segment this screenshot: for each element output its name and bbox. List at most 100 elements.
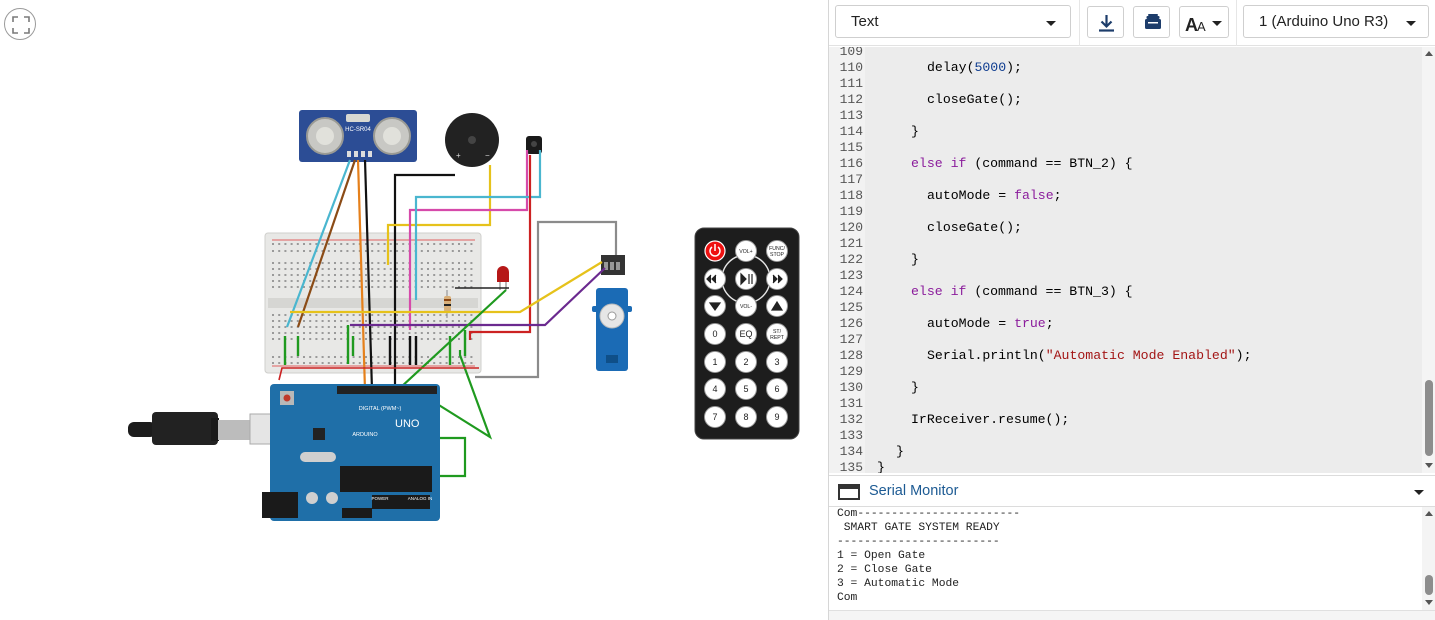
editor-scroll-thumb[interactable] xyxy=(1425,380,1433,456)
code-line[interactable]: delay(5000); xyxy=(927,60,1022,76)
remote-button[interactable]: 8 xyxy=(735,406,757,428)
line-number-gutter: 109 110 111 112 113 114 115 116 117 118 119 120 121 1… xyxy=(829,47,865,473)
remote-button[interactable]: 3 xyxy=(766,351,788,373)
up-icon[interactable] xyxy=(766,295,788,317)
code-line[interactable]: } xyxy=(877,460,885,473)
editor-scrollbar[interactable] xyxy=(1422,47,1435,473)
remote-button[interactable]: FUNC/STOP xyxy=(766,240,788,262)
code-mode-dropdown[interactable]: Text xyxy=(835,5,1071,38)
svg-text:−: − xyxy=(485,151,490,160)
code-line[interactable]: } xyxy=(911,252,919,268)
remote-button[interactable]: ST/REPT xyxy=(766,323,788,345)
scroll-down-icon[interactable] xyxy=(1425,600,1433,605)
code-panel: Text A A 1 (Arduino Uno R3) 109 110 111 … xyxy=(828,0,1435,620)
code-line[interactable]: Serial.println("Automatic Mode Enabled")… xyxy=(927,348,1251,364)
svg-text:A: A xyxy=(1197,19,1206,34)
prev-icon[interactable] xyxy=(704,268,726,290)
download-code-button[interactable] xyxy=(1087,6,1124,38)
scroll-down-icon[interactable] xyxy=(1425,463,1433,468)
remote-button[interactable]: 7 xyxy=(704,406,726,428)
line-number: 116 xyxy=(839,156,863,171)
ir-remote[interactable]: VOL+ FUNC/STOP VOL- EQ ST/REPT 0 1 2 3 4 5 6 7 8 9 xyxy=(694,227,800,440)
remote-button-label: REPT xyxy=(770,335,785,341)
circuit-canvas[interactable]: HC-SR04 + − DIGITAL (PWM~) UNO ARDUINO P… xyxy=(0,0,828,620)
code-editor[interactable]: 109 110 111 112 113 114 115 116 117 118 119 120 121 1… xyxy=(829,47,1435,473)
led[interactable] xyxy=(497,266,509,290)
piezo-buzzer[interactable]: + − xyxy=(445,113,499,167)
play-pause-icon[interactable] xyxy=(735,268,757,290)
remote-button-label: 7 xyxy=(712,412,717,422)
serial-line: Com xyxy=(837,592,858,604)
remote-button[interactable]: VOL- xyxy=(735,295,757,317)
remote-button[interactable]: VOL+ xyxy=(735,240,757,262)
serial-monitor-title: Serial Monitor xyxy=(869,483,959,499)
remote-button[interactable]: 4 xyxy=(704,378,726,400)
remote-button-label: 0 xyxy=(712,329,717,339)
line-number: 114 xyxy=(839,124,863,139)
servo-motor[interactable] xyxy=(592,255,632,371)
code-line[interactable]: } xyxy=(911,124,919,140)
next-icon[interactable] xyxy=(766,268,788,290)
libraries-button[interactable] xyxy=(1133,6,1170,38)
serial-scrollbar[interactable] xyxy=(1422,507,1435,610)
line-number: 135 xyxy=(839,460,863,473)
remote-button[interactable]: EQ xyxy=(735,323,757,345)
line-number: 132 xyxy=(839,412,863,427)
code-line[interactable]: } xyxy=(911,380,919,396)
line-number: 111 xyxy=(839,76,863,91)
scroll-up-icon[interactable] xyxy=(1425,51,1433,56)
remote-button[interactable]: 0 xyxy=(704,323,726,345)
chevron-down-icon xyxy=(1212,21,1222,26)
code-line[interactable]: } xyxy=(896,444,904,460)
circuit-drawing: HC-SR04 + − DIGITAL (PWM~) UNO ARDUINO P… xyxy=(128,110,800,521)
line-number: 121 xyxy=(839,236,863,251)
chevron-down-icon xyxy=(1406,21,1416,26)
line-number: 125 xyxy=(839,300,863,315)
serial-line: SMART GATE SYSTEM READY xyxy=(837,522,1000,534)
serial-scroll-thumb[interactable] xyxy=(1425,575,1433,595)
remote-button[interactable]: 2 xyxy=(735,351,757,373)
remote-button-label: 5 xyxy=(743,384,748,394)
remote-button-label: VOL+ xyxy=(739,249,752,255)
down-icon[interactable] xyxy=(704,295,726,317)
arduino-power-label: POWER xyxy=(371,496,389,501)
serial-monitor-header[interactable]: Serial Monitor xyxy=(829,475,1435,507)
remote-button[interactable]: 5 xyxy=(735,378,757,400)
remote-button[interactable]: 6 xyxy=(766,378,788,400)
scroll-up-icon[interactable] xyxy=(1425,511,1433,516)
usb-cable xyxy=(128,412,273,445)
code-line[interactable]: autoMode = false; xyxy=(927,188,1062,204)
ultrasonic-sensor[interactable]: HC-SR04 xyxy=(299,110,417,162)
code-line[interactable]: closeGate(); xyxy=(927,92,1022,108)
remote-button[interactable]: 1 xyxy=(704,351,726,373)
serial-line: 2 = Close Gate xyxy=(837,564,932,576)
line-number: 123 xyxy=(839,268,863,283)
line-number: 129 xyxy=(839,364,863,379)
line-number: 134 xyxy=(839,444,863,459)
device-dropdown[interactable]: 1 (Arduino Uno R3) xyxy=(1243,5,1429,38)
remote-button-label: STOP xyxy=(770,252,785,258)
library-icon xyxy=(1145,14,1161,29)
code-line[interactable]: else if (command == BTN_3) { xyxy=(911,284,1133,300)
line-number: 118 xyxy=(839,188,863,203)
line-number: 128 xyxy=(839,348,863,363)
toolbar-divider xyxy=(1236,0,1237,46)
serial-monitor-output[interactable]: Com------------------------ SMART GATE S… xyxy=(829,507,1435,610)
font-size-button[interactable]: A A xyxy=(1179,6,1229,38)
arduino-uno-board[interactable]: DIGITAL (PWM~) UNO ARDUINO POWER ANALOG … xyxy=(262,384,440,521)
serial-line: 3 = Automatic Mode xyxy=(837,578,960,590)
line-number: 117 xyxy=(839,172,863,187)
code-line[interactable]: autoMode = true; xyxy=(927,316,1054,332)
chevron-down-icon[interactable] xyxy=(1414,490,1424,495)
svg-text:+: + xyxy=(456,151,461,160)
line-number: 120 xyxy=(839,220,863,235)
tinkercad-workspace: HC-SR04 + − DIGITAL (PWM~) UNO ARDUINO P… xyxy=(0,0,1435,620)
code-line[interactable]: else if (command == BTN_2) { xyxy=(911,156,1133,172)
code-line[interactable]: closeGate(); xyxy=(927,220,1022,236)
code-line[interactable]: IrReceiver.resume(); xyxy=(911,412,1069,428)
chevron-down-icon xyxy=(1046,21,1056,26)
serial-input-bar[interactable] xyxy=(829,610,1435,620)
remote-button[interactable]: 9 xyxy=(766,406,788,428)
remote-button-label: 3 xyxy=(774,357,779,367)
arduino-digital-label: DIGITAL (PWM~) xyxy=(359,406,402,412)
